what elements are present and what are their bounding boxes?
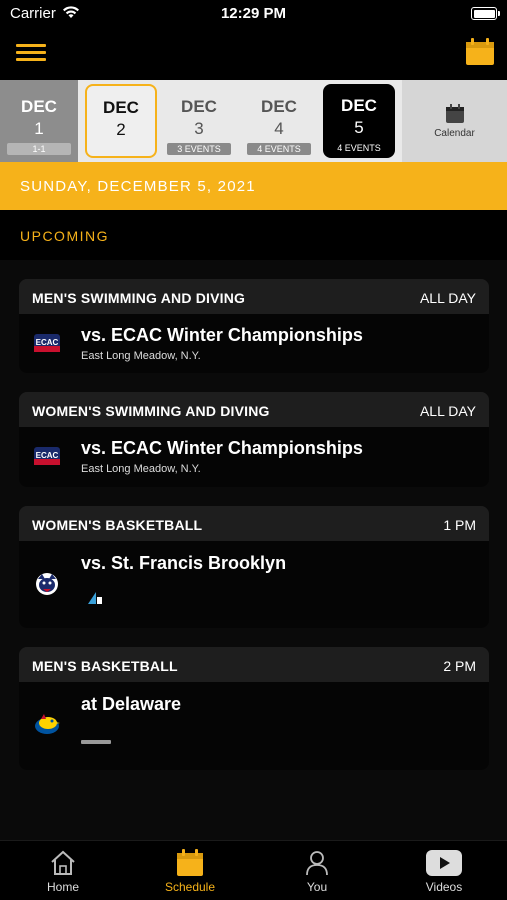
event-card[interactable]: MEN'S SWIMMING AND DIVING ALL DAY ECAC v… bbox=[19, 279, 489, 373]
event-time: 1 PM bbox=[443, 517, 476, 533]
event-header: MEN'S BASKETBALL 2 PM bbox=[19, 647, 489, 682]
tab-you[interactable]: You bbox=[254, 841, 380, 900]
event-header: WOMEN'S BASKETBALL 1 PM bbox=[19, 506, 489, 541]
tab-label: You bbox=[306, 880, 328, 894]
tab-schedule[interactable]: Schedule bbox=[127, 841, 253, 900]
event-time: ALL DAY bbox=[419, 290, 476, 306]
delaware-blue-hen-logo bbox=[35, 714, 60, 734]
tab-bar: Home Schedule You Videos bbox=[0, 840, 507, 900]
date-badge: 4 EVENTS bbox=[327, 142, 391, 154]
event-sport: MEN'S SWIMMING AND DIVING bbox=[32, 290, 246, 306]
date-dec-1[interactable]: DEC 1 1-1 bbox=[0, 80, 78, 162]
event-body: ECAC vs. ECAC Winter Championships East … bbox=[19, 314, 489, 373]
date-badge: 4 EVENTS bbox=[247, 143, 311, 155]
battery-icon bbox=[471, 7, 500, 20]
event-card[interactable]: MEN'S BASKETBALL 2 PM at Delaware bbox=[19, 647, 489, 770]
date-month: DEC bbox=[103, 98, 139, 117]
event-sport: MEN'S BASKETBALL bbox=[32, 658, 178, 674]
home-icon bbox=[51, 850, 75, 875]
date-strip: DEC 1 1-1 DEC 2 DEC 3 3 EVENTS DEC 4 4 E… bbox=[0, 80, 507, 162]
date-day: 2 bbox=[116, 120, 126, 139]
section-label: UPCOMING bbox=[20, 228, 109, 244]
tab-home[interactable]: Home bbox=[0, 841, 126, 900]
tab-videos[interactable]: Videos bbox=[381, 841, 507, 900]
status-bar: Carrier 12:29 PM bbox=[0, 0, 507, 28]
calendar-button[interactable]: Calendar bbox=[402, 80, 507, 162]
event-sport: WOMEN'S SWIMMING AND DIVING bbox=[32, 403, 270, 419]
ecac-logo: ECAC bbox=[34, 447, 60, 465]
date-month: DEC bbox=[21, 97, 57, 116]
event-card[interactable]: WOMEN'S SWIMMING AND DIVING ALL DAY ECAC… bbox=[19, 392, 489, 487]
event-time: ALL DAY bbox=[419, 403, 476, 419]
tab-label: Videos bbox=[425, 880, 463, 894]
day-banner-text: SUNDAY, DECEMBER 5, 2021 bbox=[20, 178, 256, 195]
event-card[interactable]: WOMEN'S BASKETBALL 1 PM vs. St. Francis … bbox=[19, 506, 489, 628]
event-opponent: vs. St. Francis Brooklyn bbox=[81, 553, 287, 573]
event-opponent: vs. ECAC Winter Championships bbox=[81, 325, 363, 345]
date-day: 3 bbox=[194, 119, 204, 138]
broadcast-network-icon bbox=[88, 592, 102, 604]
calendar-icon bbox=[177, 849, 203, 876]
date-day: 4 bbox=[274, 119, 284, 138]
date-dec-3[interactable]: DEC 3 3 EVENTS bbox=[160, 80, 238, 162]
tab-label: Home bbox=[46, 880, 79, 894]
calendar-small-icon bbox=[445, 104, 464, 123]
calendar-label: Calendar bbox=[434, 128, 475, 139]
event-opponent: at Delaware bbox=[81, 694, 182, 714]
date-day: 5 bbox=[354, 118, 364, 137]
event-body: vs. St. Francis Brooklyn bbox=[19, 541, 489, 628]
date-day: 1 bbox=[34, 119, 44, 138]
event-body: ECAC vs. ECAC Winter Championships East … bbox=[19, 427, 489, 487]
date-month: DEC bbox=[261, 97, 297, 116]
date-month: DEC bbox=[181, 97, 217, 116]
top-bar bbox=[0, 28, 507, 80]
event-body: at Delaware bbox=[19, 682, 489, 770]
event-opponent: vs. ECAC Winter Championships bbox=[81, 438, 363, 458]
event-sport: WOMEN'S BASKETBALL bbox=[32, 517, 203, 533]
event-location: East Long Meadow, N.Y. bbox=[81, 463, 201, 475]
event-time: 2 PM bbox=[443, 658, 476, 674]
st-francis-terrier-logo bbox=[36, 573, 58, 595]
ecac-logo: ECAC bbox=[34, 334, 60, 352]
play-icon bbox=[426, 850, 462, 876]
day-banner: SUNDAY, DECEMBER 5, 2021 bbox=[0, 162, 507, 210]
event-header: MEN'S SWIMMING AND DIVING ALL DAY bbox=[19, 279, 489, 314]
date-month: DEC bbox=[341, 96, 377, 115]
svg-text:ECAC: ECAC bbox=[36, 451, 59, 460]
clock: 12:29 PM bbox=[220, 5, 287, 22]
date-dec-4[interactable]: DEC 4 4 EVENTS bbox=[240, 80, 318, 162]
section-header: UPCOMING bbox=[0, 210, 507, 260]
calendar-icon[interactable] bbox=[465, 38, 495, 66]
date-dec-5[interactable]: DEC 5 4 EVENTS bbox=[323, 84, 395, 158]
date-badge: 3 EVENTS bbox=[167, 143, 231, 155]
menu-icon[interactable] bbox=[16, 44, 46, 62]
event-header: WOMEN'S SWIMMING AND DIVING ALL DAY bbox=[19, 392, 489, 427]
event-location: East Long Meadow, N.Y. bbox=[81, 350, 201, 362]
user-icon bbox=[306, 851, 328, 876]
date-badge: 1-1 bbox=[7, 143, 71, 155]
svg-text:ECAC: ECAC bbox=[36, 338, 59, 347]
date-dec-2[interactable]: DEC 2 bbox=[85, 84, 157, 158]
tab-label: Schedule bbox=[164, 880, 216, 894]
broadcast-network-logo bbox=[81, 740, 111, 744]
